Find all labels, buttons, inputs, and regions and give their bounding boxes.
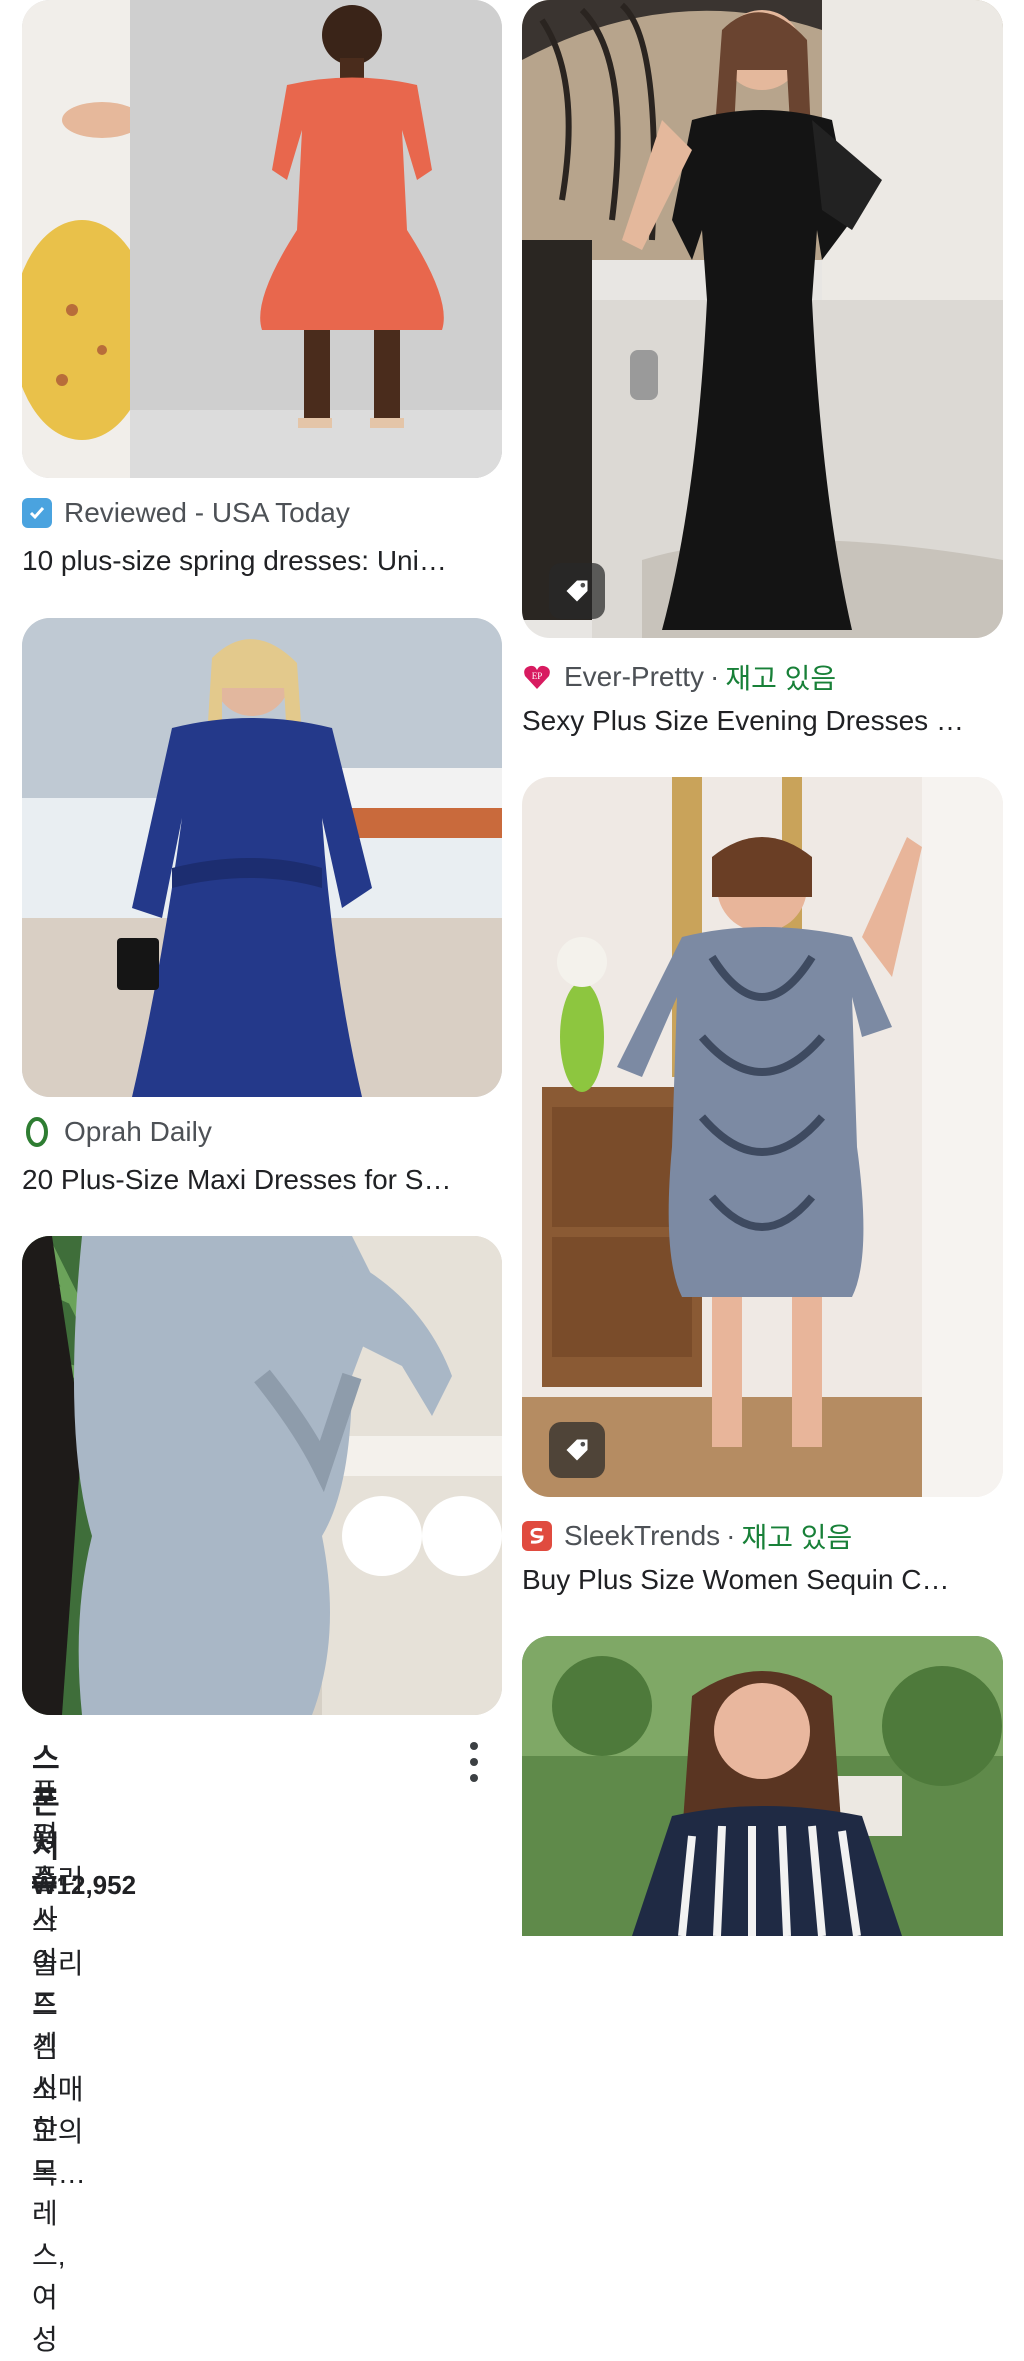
shopping-tag-icon[interactable]: [549, 1422, 605, 1478]
result-image-blue-maxi-dress[interactable]: [22, 618, 502, 1097]
stock-status: 재고 있음: [741, 1522, 853, 1553]
sleektrends-icon: [522, 1521, 552, 1551]
result-source[interactable]: Reviewed - USA Today: [22, 497, 350, 529]
check-badge-icon: [22, 498, 52, 528]
ep-heart-icon: EP: [522, 662, 552, 692]
result-image-sequin-dress[interactable]: [522, 777, 1003, 1497]
oprah-o-icon: [22, 1117, 52, 1147]
result-source[interactable]: Oprah Daily: [22, 1116, 212, 1148]
result-source[interactable]: SleekTrends · 재고 있음: [522, 1516, 852, 1556]
sponsored-image-bodycon-dress[interactable]: [22, 1236, 502, 1715]
sponsored-price: ₩12,952: [32, 1870, 137, 1900]
source-name: Ever-Pretty: [564, 661, 705, 692]
result-title[interactable]: Sexy Plus Size Evening Dresses …: [522, 705, 982, 737]
result-title[interactable]: 10 plus-size spring dresses: Uni…: [22, 545, 482, 577]
result-source[interactable]: EP Ever-Pretty · 재고 있음: [522, 657, 836, 697]
source-name: Reviewed - USA Today: [64, 497, 350, 528]
source-name: SleekTrends: [564, 1520, 721, 1551]
separator-dot: ·: [710, 661, 720, 692]
result-image-black-evening-dress[interactable]: [522, 0, 1003, 638]
result-image-orange-dress[interactable]: [22, 0, 502, 478]
separator-dot: ·: [726, 1520, 736, 1551]
more-options-icon[interactable]: [464, 1742, 484, 1782]
shopping-tag-icon[interactable]: [549, 563, 605, 619]
svg-text:EP: EP: [532, 671, 543, 681]
stock-status: 재고 있음: [725, 663, 837, 694]
result-title[interactable]: 20 Plus-Size Maxi Dresses for S…: [22, 1164, 482, 1196]
result-title[interactable]: Buy Plus Size Women Sequin C…: [522, 1564, 982, 1596]
source-name: Oprah Daily: [64, 1116, 212, 1147]
result-image-striped-dress[interactable]: [522, 1636, 1003, 1936]
